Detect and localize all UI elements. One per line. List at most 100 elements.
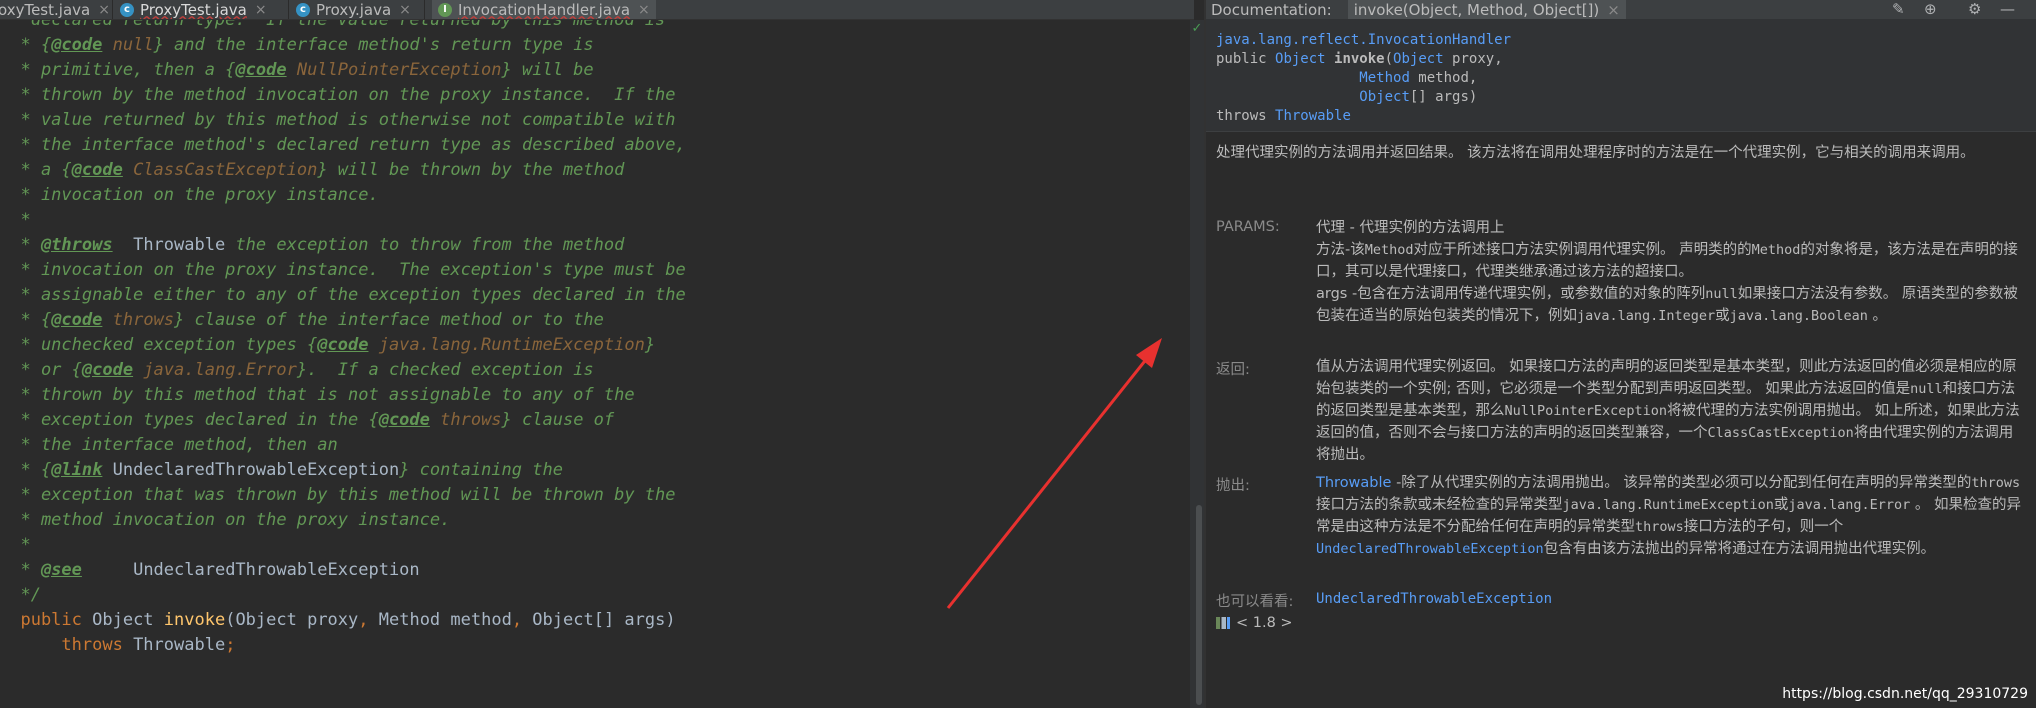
code-token: (Object proxy — [225, 610, 359, 630]
param-name: proxy, — [1443, 51, 1503, 67]
code-line[interactable]: * exception types declared in the {@code… — [0, 408, 614, 433]
code-line[interactable]: * invocation on the proxy instance. The … — [0, 258, 686, 283]
undeclared-exception-link[interactable]: UndeclaredThrowableException — [1316, 541, 1544, 557]
code-line[interactable]: * {@link UndeclaredThrowableException} c… — [0, 458, 562, 483]
code-line[interactable]: * assignable either to any of the except… — [0, 283, 685, 308]
code-token: java.lang.RuntimeException — [368, 335, 645, 355]
code-token: * thrown by the method invocation on the… — [0, 85, 676, 105]
code-line[interactable]: * the interface method's declared return… — [0, 133, 686, 158]
code-token: * — [0, 235, 41, 255]
code-token: * invocation on the proxy instance. — [0, 185, 379, 205]
code-token: * { — [0, 35, 52, 55]
tab-proxytest-partial[interactable]: oxyTest.java × — [0, 0, 110, 19]
documentation-label: Documentation: — [1211, 0, 1332, 19]
code-token: , — [358, 610, 379, 630]
version-label[interactable]: < 1.8 > — [1236, 615, 1293, 631]
signature-box: java.lang.reflect.InvocationHandler publ… — [1206, 19, 2036, 132]
throws-label: 抛出: — [1216, 478, 1250, 494]
param-type-link[interactable]: Object — [1359, 89, 1410, 105]
code-line[interactable]: throws Throwable; — [0, 633, 235, 658]
param-type-link[interactable]: Object — [1393, 51, 1444, 67]
code-token: @throws — [40, 235, 113, 255]
code-token: * exception types declared in the { — [0, 410, 379, 430]
param-args: args -包含在方法调用传递代理实例，或参数值的对象的阵列null如果接口方法… — [1316, 286, 2018, 324]
check-icon: ✓ — [1191, 21, 1203, 36]
code-line[interactable]: * {@code throws} clause of the interface… — [0, 308, 603, 333]
sig-indent — [1216, 70, 1359, 86]
code-editor[interactable]: declared return type. If the value retur… — [0, 20, 1190, 708]
code-line[interactable]: * method invocation on the proxy instanc… — [0, 508, 450, 533]
close-icon[interactable]: × — [399, 2, 411, 18]
code-line[interactable]: * — [0, 208, 30, 233]
signature-line-2: Method method, — [1216, 69, 1477, 88]
class-link[interactable]: java.lang.reflect.InvocationHandler — [1216, 32, 1511, 48]
method-description: 处理代理实例的方法调用并返回结果。 该方法将在调用处理程序时的方法是在一个代理实… — [1216, 145, 1975, 161]
throwable-link[interactable]: Throwable — [1275, 108, 1351, 124]
close-icon[interactable]: × — [255, 2, 267, 18]
scrollbar-thumb[interactable] — [1196, 505, 1202, 705]
tab-proxy[interactable]: c Proxy.java × — [296, 0, 411, 19]
tab-invocationhandler[interactable]: I InvocationHandler.java × — [432, 0, 656, 19]
code-token: Method method — [378, 610, 512, 630]
throwable-link[interactable]: Throwable — [1316, 475, 1391, 491]
code-token: * the interface method's declared return… — [0, 135, 686, 155]
param-type-link[interactable]: Method — [1359, 70, 1410, 86]
code-line[interactable]: * thrown by this method that is not assi… — [0, 383, 634, 408]
code-line[interactable]: * thrown by the method invocation on the… — [0, 83, 676, 108]
editor-tab-bar: oxyTest.java × c ProxyTest.java × c Prox… — [0, 0, 1194, 20]
code-line[interactable]: * {@code null} and the interface method'… — [0, 33, 594, 58]
tab-proxytest[interactable]: c ProxyTest.java × — [120, 0, 267, 19]
code-line[interactable]: * unchecked exception types {@code java.… — [0, 333, 655, 358]
code-token: * invocation on the proxy instance. The … — [0, 260, 686, 280]
code-line[interactable]: * @see UndeclaredThrowableException — [0, 558, 420, 583]
code-token: invoke — [163, 610, 226, 630]
code-line[interactable]: * or {@code java.lang.Error}. If a check… — [0, 358, 593, 383]
code-token: @code — [317, 335, 369, 355]
code-line[interactable]: * value returned by this method is other… — [0, 108, 675, 133]
close-icon[interactable]: × — [1607, 1, 1620, 19]
see-also-link[interactable]: UndeclaredThrowableException — [1316, 591, 1552, 607]
method-name: invoke — [1325, 51, 1385, 67]
code-line[interactable]: public Object invoke(Object proxy, Metho… — [0, 608, 675, 633]
close-icon[interactable]: × — [638, 2, 650, 18]
code-line[interactable]: * — [0, 533, 30, 558]
documentation-tab[interactable]: invoke(Object, Method, Object[]) × — [1347, 0, 1626, 19]
code-line[interactable]: * exception that was thrown by this meth… — [0, 483, 675, 508]
code-token: * primitive, then a { — [0, 60, 236, 80]
code-line[interactable]: * @throws Throwable the exception to thr… — [0, 233, 624, 258]
code-token: throws — [429, 410, 502, 430]
code-token: @link — [51, 460, 103, 480]
returns-label: 返回: — [1216, 362, 1250, 378]
tab-label: oxyTest.java — [0, 0, 91, 19]
code-token: java.lang.Error — [133, 360, 297, 380]
sig-modifier: public — [1216, 51, 1276, 67]
see-also-body: UndeclaredThrowableException — [1316, 588, 2022, 610]
settings-icon[interactable]: ⚙ — [1968, 0, 1981, 19]
class-icon: c — [296, 2, 310, 17]
close-icon[interactable]: × — [98, 2, 110, 18]
returns-body: 值从方法调用代理实例返回。 如果接口方法的声明的返回类型是基本类型，则此方法返回… — [1316, 359, 2020, 463]
code-token: declared return type. If the value retur… — [0, 20, 666, 30]
code-token: Throwable — [112, 235, 226, 255]
params-label: PARAMS: — [1216, 219, 1280, 235]
code-line[interactable]: * primitive, then a {@code NullPointerEx… — [0, 58, 593, 83]
code-line[interactable]: * a {@code ClassCastException} will be t… — [0, 158, 624, 183]
code-token: UndeclaredThrowableException — [81, 560, 420, 580]
code-token: } and the interface method's return type… — [153, 35, 594, 55]
hide-icon[interactable]: — — [2000, 0, 2015, 19]
param-name: method, — [1409, 70, 1478, 86]
signature-line-1: public Object invoke(Object proxy, — [1216, 50, 1503, 69]
code-line[interactable]: * the interface method, then an — [0, 433, 337, 458]
code-line[interactable]: * invocation on the proxy instance. — [0, 183, 379, 208]
code-token: throws — [102, 310, 175, 330]
code-token: } — [644, 335, 656, 355]
external-docs-icon[interactable]: ⊕ — [1924, 0, 1937, 19]
return-type-link[interactable]: Object — [1275, 51, 1326, 67]
code-line[interactable]: */ — [0, 583, 40, 608]
tab-label: InvocationHandler.java — [458, 0, 631, 19]
sig-throws-keyword: throws — [1216, 108, 1276, 124]
edit-source-icon[interactable]: ✎ — [1892, 0, 1905, 19]
code-line[interactable]: declared return type. If the value retur… — [0, 20, 666, 33]
class-icon: c — [120, 2, 134, 17]
sig-paren: ( — [1384, 51, 1394, 67]
